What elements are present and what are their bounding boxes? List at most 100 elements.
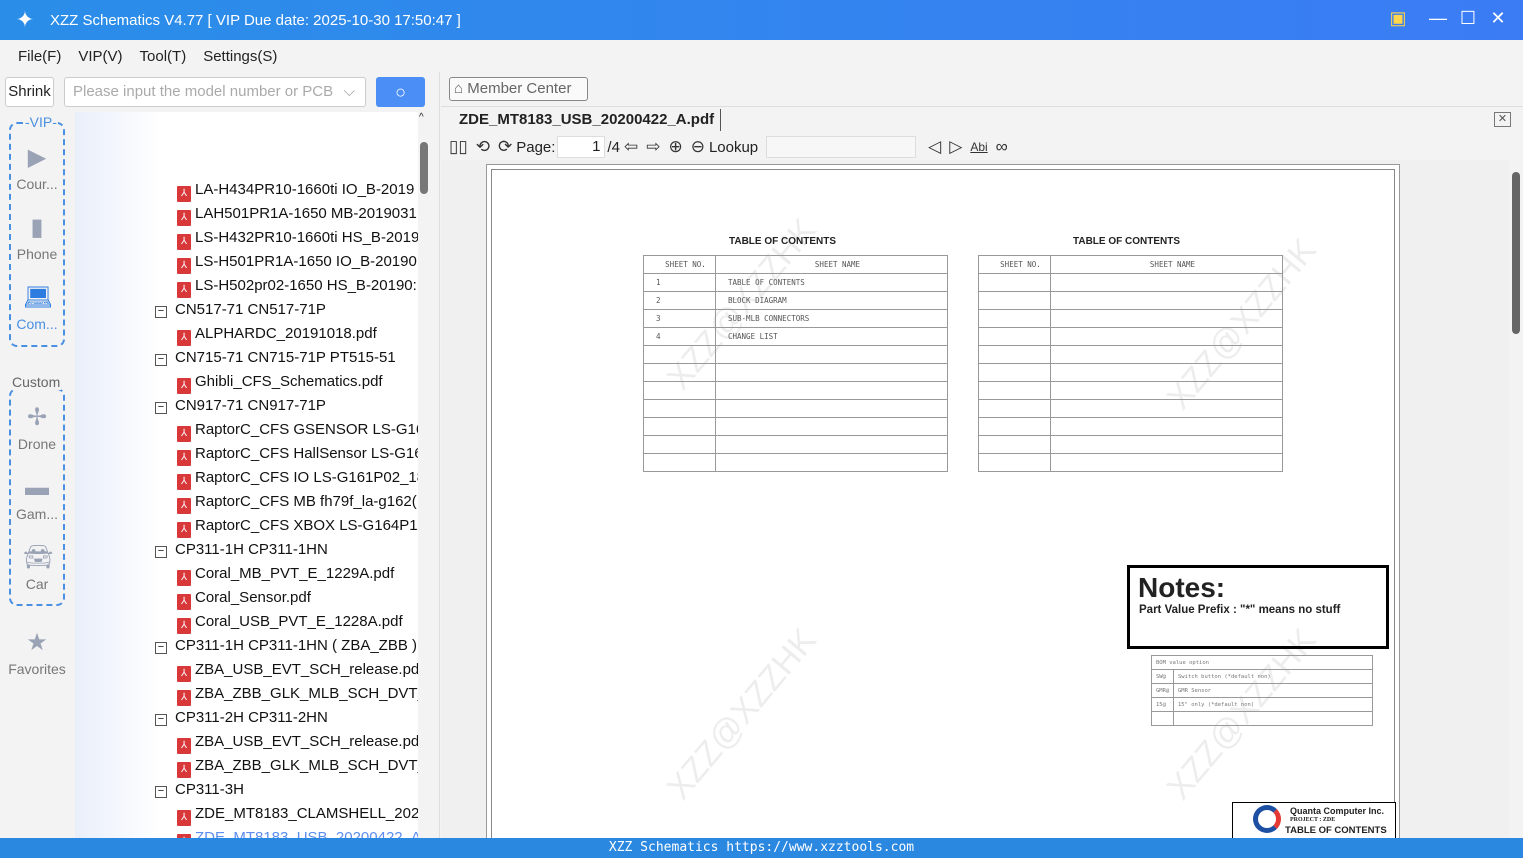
star-icon: ★ [26,629,48,656]
table-cell [1050,417,1283,436]
table-row: SW@ Switch button (*default non) [1151,669,1373,684]
title-block: Quanta Computer Inc. PROJECT : ZDE TABLE… [1232,802,1396,838]
tree-item-label: LS-H501PR1A-1650 IO_B-20190 [195,253,417,270]
tree-file-item[interactable]: ⅄ Coral_MB_PVT_E_1229A.pdf [177,562,394,586]
maximize-button[interactable]: ☐ [1456,8,1480,29]
page-input[interactable]: 1 [557,136,606,158]
nav-courses[interactable]: ▶ Cour... [0,144,74,192]
search-input[interactable]: Please input the model number or PCB ⌵ [64,77,366,107]
nav-game[interactable]: ▬ Gam... [0,474,74,522]
minimize-button[interactable]: — [1426,8,1450,29]
find-prev-icon[interactable]: ◁ [928,137,941,157]
rotate-left-icon[interactable]: ⟲ [476,137,490,157]
scroll-up-icon[interactable]: ^ [419,112,424,123]
pdf-viewer[interactable]: XZZ@XZZHK XZZ@XZZHK XZZ@XZZHK XZZ@XZZHK … [441,160,1509,838]
next-page-icon[interactable]: ⇨ [646,137,660,157]
tree-folder-item[interactable]: − CP311-2H CP311-2HN [155,706,328,730]
tree-file-item[interactable]: ⅄ ZBA_ZBB_GLK_MLB_SCH_DVT_0 [177,682,418,706]
zoom-out-icon[interactable]: ⊖ [691,137,705,157]
header-cell: SHEET NO. [978,255,1051,274]
collapse-icon[interactable]: − [155,714,167,726]
search-button[interactable]: ○ [376,77,425,107]
pdf-icon: ⅄ [177,378,191,394]
table-cell [643,381,716,400]
menu-file[interactable]: File(F) [18,48,61,65]
tree-file-item[interactable]: ⅄ LA-H434PR10-1660ti IO_B-2019 [177,178,414,202]
chevron-down-icon[interactable]: ⌵ [344,78,355,106]
nav-favorites[interactable]: ★ Favorites [0,629,74,677]
table-cell: Switch button (*default non) [1173,669,1373,684]
tree-item-label: RaptorC_CFS GSENSOR LS-G162 [195,421,418,438]
collapse-icon[interactable]: − [155,546,167,558]
document-name: ZDE_MT8183_USB_20200422_A.pdf [459,111,715,128]
table-row: 2 BLOCK DIAGRAM [643,291,948,310]
tree-file-item[interactable]: ⅄ RaptorC_CFS IO LS-G161P02_18: [177,466,418,490]
nav-label: Gam... [15,506,58,522]
nav-computer[interactable]: 💻︎ Com... [0,284,74,332]
tree-scrollbar[interactable]: ^ [418,112,430,838]
tree-folder-item[interactable]: − CN917-71 CN917-71P [155,394,326,418]
tree-folder-item[interactable]: − CN715-71 CN715-71P PT515-51 [155,346,396,370]
match-case-icon[interactable]: Abi [970,140,987,154]
viewer-scrollbar[interactable] [1509,160,1523,838]
tree-file-item[interactable]: ⅄ ZBA_ZBB_GLK_MLB_SCH_DVT_0 [177,754,418,778]
menu-tool[interactable]: Tool(T) [140,48,187,65]
menu-settings[interactable]: Settings(S) [203,48,277,65]
tree-file-item[interactable]: ⅄ Ghibli_CFS_Schematics.pdf [177,370,383,394]
tree-file-item[interactable]: ⅄ ZDE_MT8183_CLAMSHELL_2020 [177,802,418,826]
menu-vip[interactable]: VIP(V) [78,48,122,65]
lookup-input[interactable] [766,136,917,158]
collapse-icon[interactable]: − [155,642,167,654]
tree-item-label: CN917-71 CN917-71P [175,397,326,414]
scrollbar-thumb[interactable] [1512,172,1520,334]
rotate-right-icon[interactable]: ⟳ [498,137,512,157]
table-row: 4 CHANGE LIST [643,327,948,346]
tree-file-item[interactable]: ⅄ RaptorC_CFS XBOX LS-G164P1A [177,514,418,538]
tree-file-item[interactable]: ⅄ RaptorC_CFS HallSensor LS-G16 [177,442,418,466]
tree-file-item[interactable]: ⅄ LS-H501PR1A-1650 IO_B-20190 [177,250,417,274]
tree-file-item[interactable]: ⅄ LS-H502pr02-1650 HS_B-20190: [177,274,417,298]
tree-file-item[interactable]: ⅄ZDE_MT8183_USB_20200422_A. [177,826,418,838]
tree-file-item[interactable]: ⅄ ALPHARDC_20191018.pdf [177,322,377,346]
tree-file-item[interactable]: ⅄ LAH501PR1A-1650 MB-2019031 [177,202,417,226]
collapse-icon[interactable]: − [155,306,167,318]
binoculars-icon[interactable]: ∞ [996,137,1008,157]
table-cell [1050,381,1283,400]
tree-file-item[interactable]: ⅄ RaptorC_CFS MB fh79f_la-g162( [177,490,417,514]
tree-folder-item[interactable]: − CP311-1H CP311-1HN ( ZBA_ZBB ) [155,634,417,658]
table-row [978,291,1283,310]
tree-item-label: Coral_Sensor.pdf [195,589,311,606]
zoom-in-icon[interactable]: ⊕ [668,137,682,157]
document-tab[interactable]: ZDE_MT8183_USB_20200422_A.pdf ✕ [441,106,1523,134]
member-center-button[interactable]: ⌂ Member Center [449,77,588,101]
tree-file-item[interactable]: ⅄ RaptorC_CFS GSENSOR LS-G162 [177,418,418,442]
tree-file-item[interactable]: ⅄ ZBA_USB_EVT_SCH_release.pdf [177,658,418,682]
tree-folder-item[interactable]: − CP311-3H [155,778,244,802]
nav-label: Drone [17,436,57,452]
scrollbar-thumb[interactable] [420,142,428,194]
tree-file-item[interactable]: ⅄ Coral_USB_PVT_E_1228A.pdf [177,610,403,634]
collapse-icon[interactable]: − [155,402,167,414]
tree-file-item[interactable]: ⅄ Coral_Sensor.pdf [177,586,311,610]
collapse-icon[interactable]: − [155,786,167,798]
tree-item-label: ZBA_USB_EVT_SCH_release.pdf [195,733,418,750]
prev-page-icon[interactable]: ⇦ [624,137,638,157]
pdf-icon: ⅄ [177,186,191,202]
nav-car[interactable]: 🚘︎ Car [0,544,74,592]
tree-file-item[interactable]: ⅄ LS-H432PR10-1660ti HS_B-2019 [177,226,418,250]
tree-item-label: Ghibli_CFS_Schematics.pdf [195,373,383,390]
two-page-icon[interactable]: ▯▯ [449,137,468,157]
collapse-icon[interactable]: − [155,354,167,366]
table-cell [978,327,1051,346]
shrink-button[interactable]: Shrink [5,77,54,107]
close-doc-icon[interactable]: ✕ [1494,112,1511,127]
tree-folder-item[interactable]: − CN517-71 CN517-71P [155,298,326,322]
vip-icon[interactable]: ▣ [1386,8,1410,29]
tree-folder-item[interactable]: − CP311-1H CP311-1HN [155,538,328,562]
nav-drone[interactable]: ✢ Drone [0,404,74,452]
nav-phone[interactable]: ▮ Phone [0,214,74,262]
tree-file-item[interactable]: ⅄ ZBA_USB_EVT_SCH_release.pdf [177,730,418,754]
table-cell [1050,291,1283,310]
close-button[interactable]: ✕ [1486,8,1510,29]
find-next-icon[interactable]: ▷ [949,137,962,157]
